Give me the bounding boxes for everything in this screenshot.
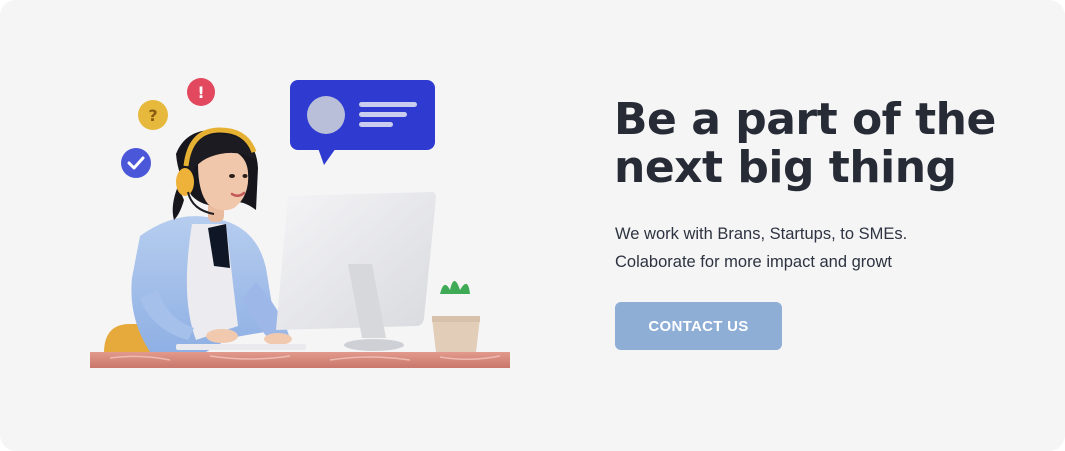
headline-line-1: Be a part of the xyxy=(614,94,996,145)
question-badge-icon: ? xyxy=(138,100,168,130)
contact-us-button[interactable]: CONTACT US xyxy=(615,302,782,350)
question-mark-text: ? xyxy=(148,106,157,125)
subtext: We work with Brans, Startups, to SMEs. C… xyxy=(615,220,1035,276)
check-badge-icon xyxy=(121,148,151,178)
chat-bubble-icon xyxy=(290,80,435,165)
alert-mark-text: ! xyxy=(197,83,204,102)
alert-badge-icon: ! xyxy=(187,78,215,106)
monitor-icon xyxy=(276,192,436,351)
headline-line-2: next big thing xyxy=(614,142,957,193)
person-figure xyxy=(131,129,292,352)
support-agent-illustration: ? ! xyxy=(90,78,510,368)
subtext-line-1: We work with Brans, Startups, to SMEs. xyxy=(615,225,908,243)
hero-banner: ? ! Be a part of the next big thing We w… xyxy=(0,0,1065,451)
headline: Be a part of the next big thing xyxy=(614,96,1034,192)
keyboard-icon xyxy=(176,344,306,350)
subtext-line-2: Colaborate for more impact and growt xyxy=(615,253,892,271)
desk-icon xyxy=(90,352,510,368)
plant-icon xyxy=(432,281,480,352)
